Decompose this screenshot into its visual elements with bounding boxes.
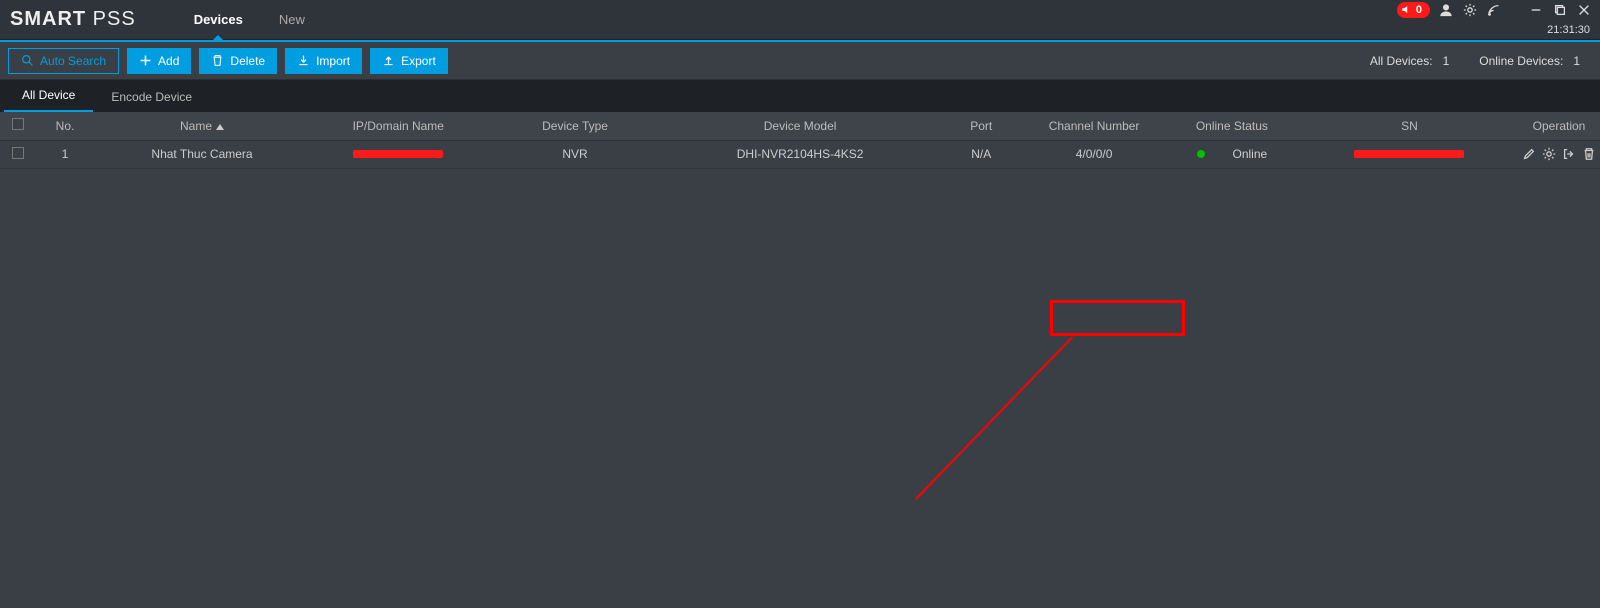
delete-row-icon[interactable] <box>1582 147 1596 161</box>
redacted-ip <box>353 150 443 158</box>
close-icon[interactable] <box>1576 2 1592 18</box>
import-label: Import <box>316 54 350 68</box>
logo-bold: SMART <box>10 8 86 30</box>
minimize-icon[interactable] <box>1528 2 1544 18</box>
trash-icon <box>211 54 224 67</box>
cell-op <box>1518 140 1600 168</box>
import-button[interactable]: Import <box>285 48 362 74</box>
titlebar-right: 0 21:31:30 <box>1397 0 1592 39</box>
cell-no: 1 <box>36 140 95 168</box>
nav-tab-devices-label: Devices <box>194 12 243 27</box>
subtab-encode-label: Encode Device <box>111 90 192 104</box>
col-op[interactable]: Operation <box>1518 112 1600 140</box>
subtab-all-label: All Device <box>22 88 75 102</box>
cell-sn <box>1301 140 1518 168</box>
cell-channel: 4/0/0/0 <box>1025 140 1162 168</box>
status-dot-icon <box>1197 150 1205 158</box>
all-devices-label: All Devices: <box>1370 54 1433 68</box>
maximize-icon[interactable] <box>1552 2 1568 18</box>
online-devices-stat: Online Devices: 1 <box>1479 54 1580 68</box>
cell-port: N/A <box>937 140 1025 168</box>
subtab-all-device[interactable]: All Device <box>4 80 93 112</box>
title-bar: SMART PSS Devices New 0 21:31:30 <box>0 0 1600 40</box>
plus-icon <box>139 54 152 67</box>
logo-light: PSS <box>86 8 136 30</box>
export-icon <box>382 54 395 67</box>
online-devices-label: Online Devices: <box>1479 54 1563 68</box>
clock: 21:31:30 <box>1547 24 1592 36</box>
annotation-box <box>1050 300 1185 336</box>
cell-name: Nhat Thuc Camera <box>95 140 310 168</box>
export-button[interactable]: Export <box>370 48 448 74</box>
user-icon[interactable] <box>1438 2 1454 18</box>
nav-tab-new-label: New <box>279 12 305 27</box>
auto-search-button[interactable]: Auto Search <box>8 48 119 74</box>
device-subtabs: All Device Encode Device <box>0 80 1600 112</box>
cell-type: NVR <box>487 140 663 168</box>
export-label: Export <box>401 54 436 68</box>
cell-ip <box>310 140 488 168</box>
col-port[interactable]: Port <box>937 112 1025 140</box>
speaker-icon <box>1401 4 1412 15</box>
action-toolbar: Auto Search Add Delete Import Export All… <box>0 42 1600 80</box>
nav-tab-new[interactable]: New <box>261 0 323 39</box>
all-devices-stat: All Devices: 1 <box>1370 54 1449 68</box>
alarm-count: 0 <box>1416 4 1422 16</box>
add-tab-button[interactable] <box>323 11 359 29</box>
col-type[interactable]: Device Type <box>487 112 663 140</box>
sort-asc-icon <box>216 124 224 130</box>
online-devices-value: 1 <box>1573 54 1580 68</box>
search-icon <box>21 54 34 67</box>
edit-icon[interactable] <box>1522 147 1536 161</box>
col-model[interactable]: Device Model <box>663 112 937 140</box>
col-sn[interactable]: SN <box>1301 112 1518 140</box>
import-icon <box>297 54 310 67</box>
auto-search-label: Auto Search <box>40 54 106 68</box>
all-devices-value: 1 <box>1443 54 1450 68</box>
col-no[interactable]: No. <box>36 112 95 140</box>
cell-model: DHI-NVR2104HS-4KS2 <box>663 140 937 168</box>
toolbar-stats: All Devices: 1 Online Devices: 1 <box>1370 54 1592 68</box>
resource-monitor-icon[interactable] <box>1486 2 1502 18</box>
row-checkbox[interactable] <box>12 147 24 159</box>
col-name[interactable]: Name <box>95 112 310 140</box>
delete-label: Delete <box>230 54 265 68</box>
device-table: No. Name IP/Domain Name Device Type Devi… <box>0 112 1600 169</box>
col-status[interactable]: Online Status <box>1163 112 1301 140</box>
logout-icon[interactable] <box>1562 147 1576 161</box>
delete-button[interactable]: Delete <box>199 48 277 74</box>
redacted-sn <box>1354 150 1464 158</box>
config-gear-icon[interactable] <box>1542 147 1556 161</box>
status-text: Online <box>1233 147 1268 161</box>
subtab-encode-device[interactable]: Encode Device <box>93 82 210 112</box>
gear-icon[interactable] <box>1462 2 1478 18</box>
col-name-label: Name <box>180 119 212 133</box>
col-ip[interactable]: IP/Domain Name <box>310 112 488 140</box>
table-header: No. Name IP/Domain Name Device Type Devi… <box>0 112 1600 140</box>
col-check[interactable] <box>0 112 36 140</box>
annotation-line <box>915 336 1073 499</box>
add-label: Add <box>158 54 179 68</box>
alarm-badge[interactable]: 0 <box>1397 2 1430 18</box>
cell-status: Online <box>1163 140 1301 168</box>
select-all-checkbox[interactable] <box>12 118 24 130</box>
main-nav: Devices New <box>176 0 359 39</box>
add-button[interactable]: Add <box>127 48 191 74</box>
col-channel[interactable]: Channel Number <box>1025 112 1162 140</box>
nav-tab-devices[interactable]: Devices <box>176 0 261 39</box>
table-row[interactable]: 1 Nhat Thuc Camera NVR DHI-NVR2104HS-4KS… <box>0 140 1600 168</box>
app-logo: SMART PSS <box>10 8 136 31</box>
